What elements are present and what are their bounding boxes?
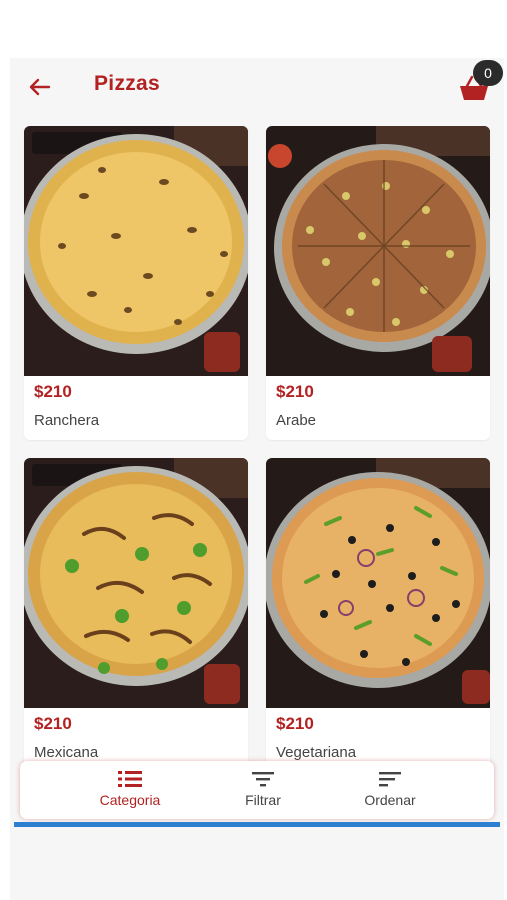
cart-count-badge: 0 [473, 60, 503, 86]
tab-categoria[interactable]: Categoria [82, 769, 178, 813]
product-card[interactable]: $210 Ranchera [24, 126, 248, 440]
product-name: Mexicana [34, 744, 99, 761]
tab-ordenar-label: Ordenar [364, 792, 416, 808]
loading-progress-bar [14, 822, 500, 827]
back-arrow-icon [29, 78, 51, 96]
product-photo-mexicana [24, 458, 248, 708]
product-card[interactable]: $210 Mexicana [24, 458, 248, 772]
list-icon [118, 771, 142, 787]
product-price: $210 [34, 714, 72, 733]
product-photo-ranchera [24, 126, 248, 376]
tab-categoria-label: Categoria [99, 792, 161, 808]
product-name: Ranchera [34, 412, 100, 429]
product-price: $210 [276, 714, 314, 733]
product-photo-vegetariana [266, 458, 490, 708]
back-button[interactable] [24, 72, 54, 102]
page-title: Pizzas [94, 72, 160, 95]
top-bar: Pizzas 0 [10, 58, 504, 116]
bottom-action-bar: Categoria Filtrar Ordenar [20, 761, 494, 819]
loading-progress-fill [14, 822, 500, 827]
sort-icon [379, 772, 401, 787]
product-photo-arabe [266, 126, 490, 376]
product-price: $210 [276, 382, 314, 401]
product-card[interactable]: $210 Arabe [266, 126, 490, 440]
tab-filtrar-label: Filtrar [245, 792, 281, 808]
product-name: Vegetariana [276, 744, 357, 761]
product-price: $210 [34, 382, 72, 401]
product-card[interactable]: $210 Vegetariana [266, 458, 490, 772]
tab-ordenar[interactable]: Ordenar [346, 769, 434, 813]
product-name: Arabe [276, 412, 317, 429]
tab-filtrar[interactable]: Filtrar [228, 769, 298, 813]
filter-icon [252, 772, 274, 787]
